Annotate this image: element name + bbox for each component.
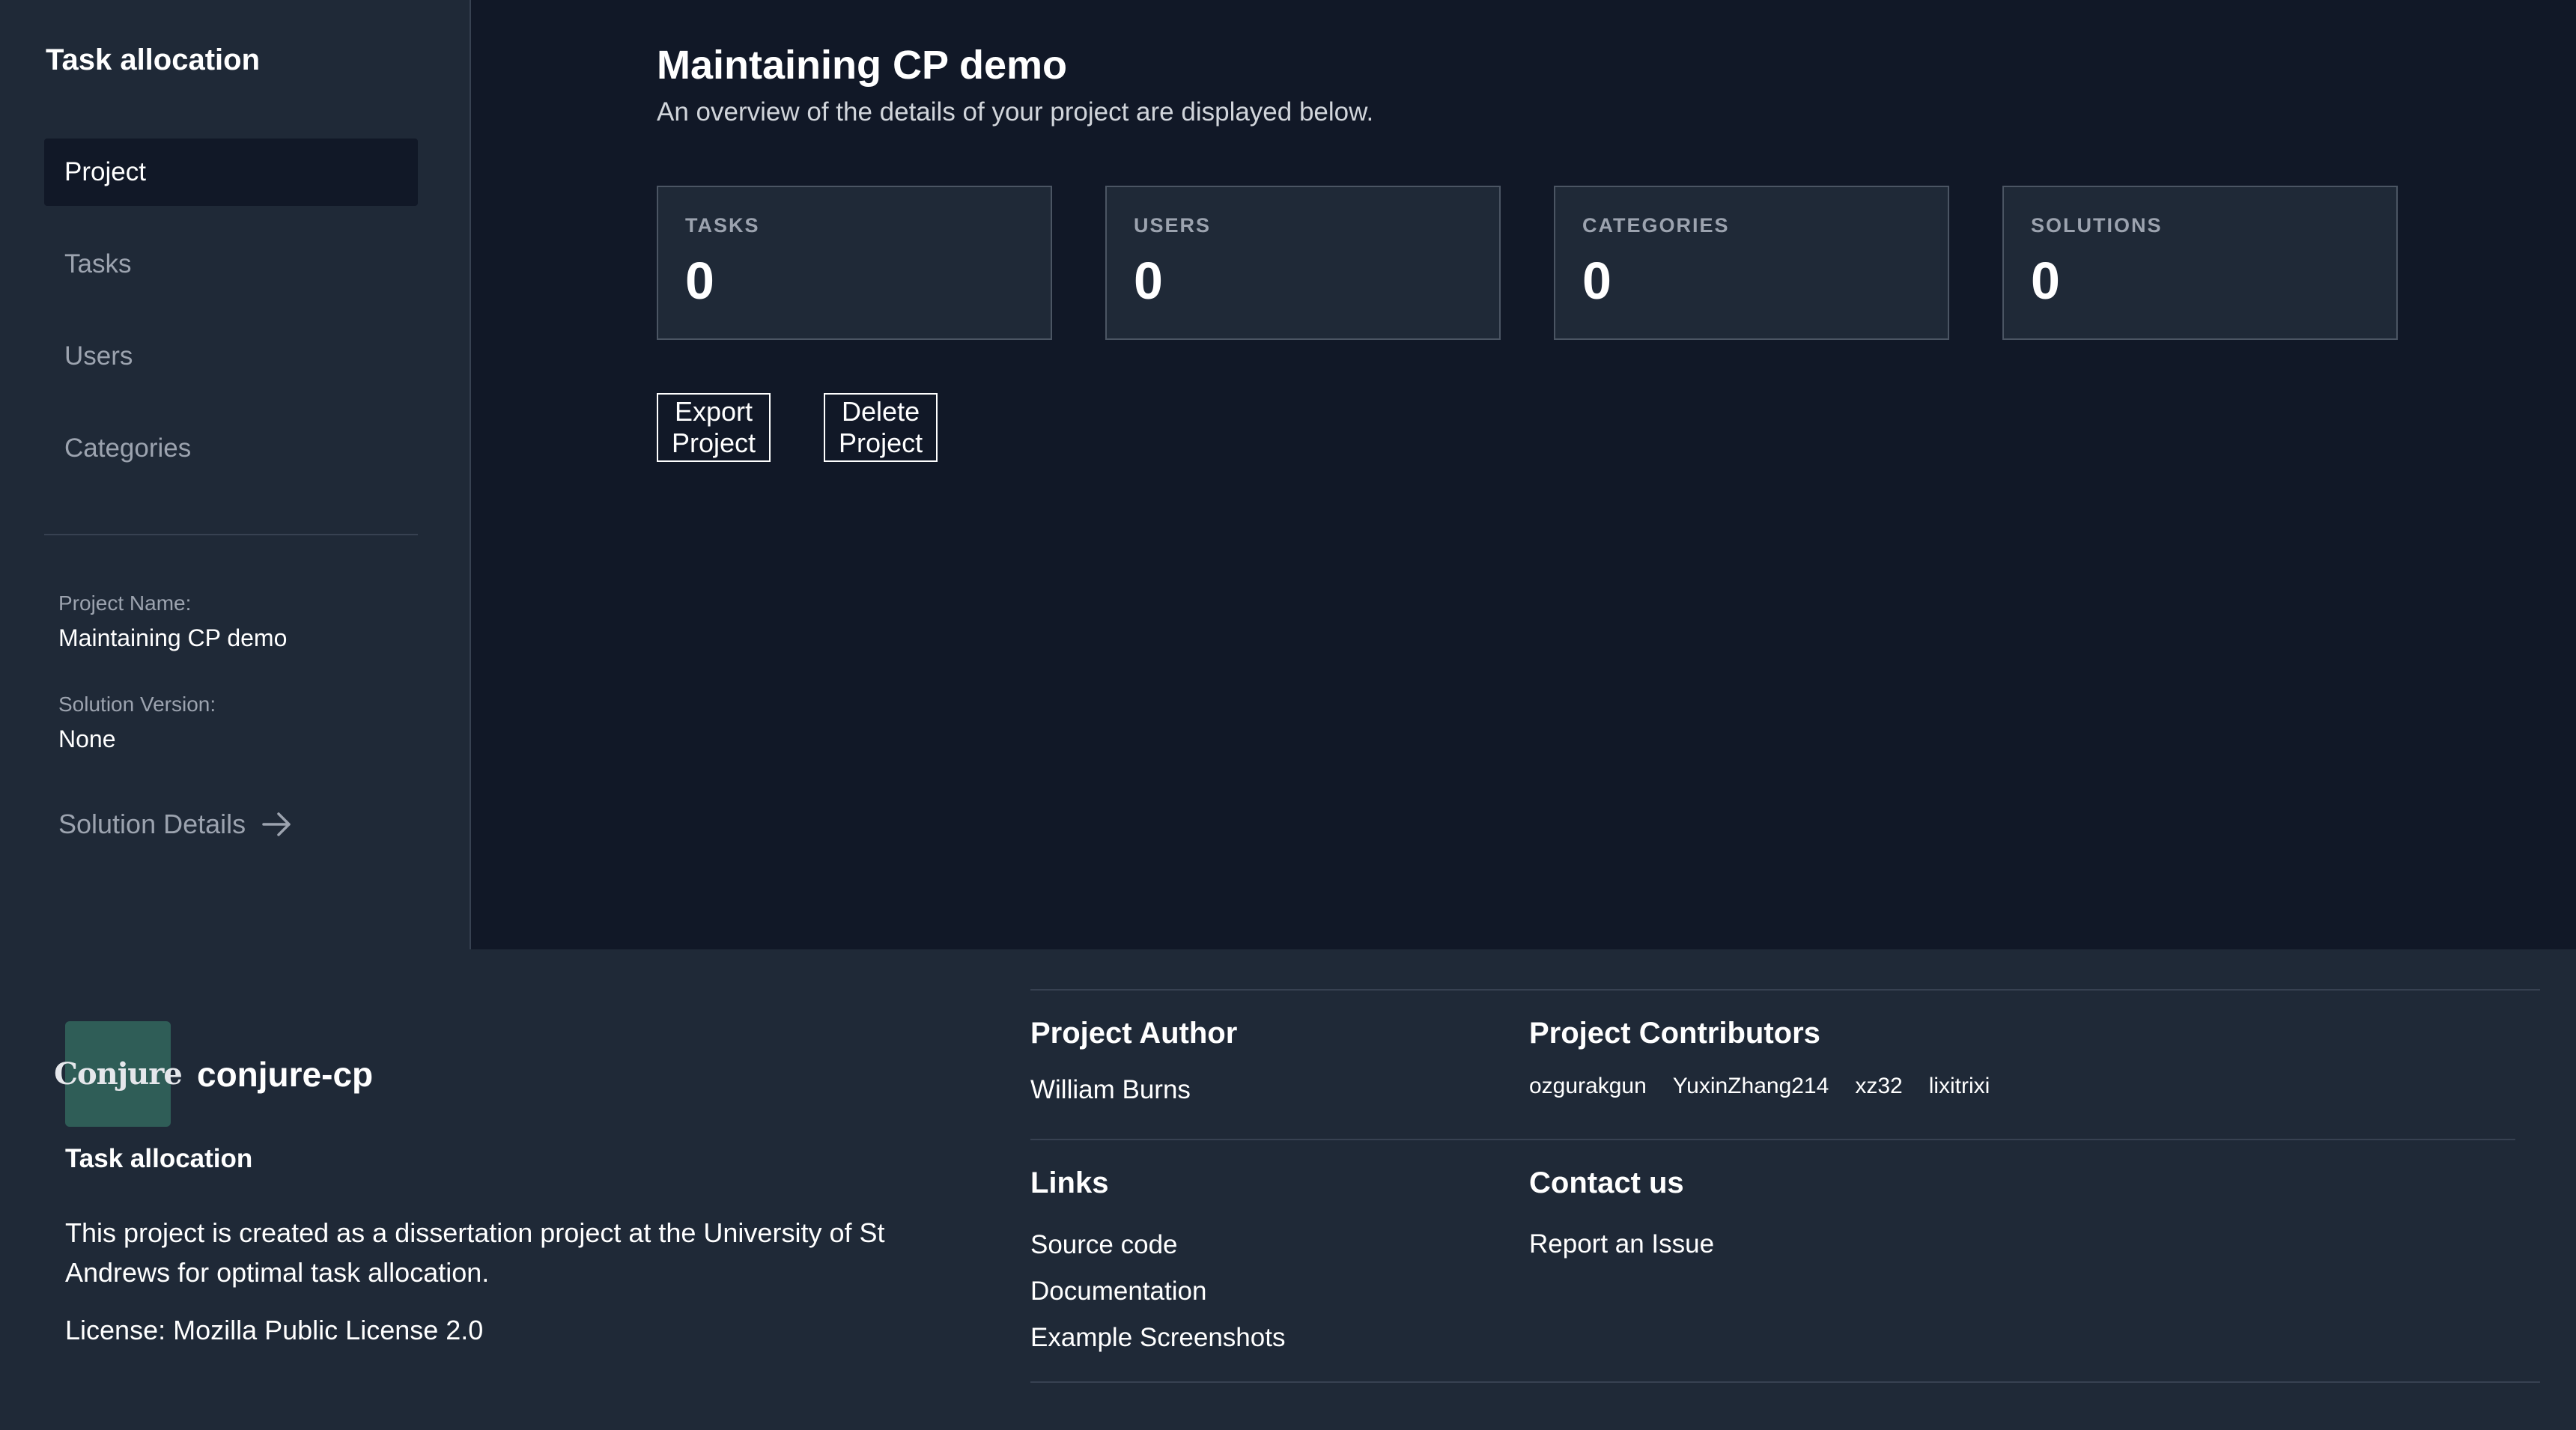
footer-divider <box>1030 1139 2515 1140</box>
project-name-label: Project Name: <box>58 591 192 615</box>
author-heading: Project Author <box>1030 1017 1238 1050</box>
stat-value: 0 <box>685 252 714 310</box>
solution-details-link[interactable]: Solution Details <box>58 809 294 840</box>
sidebar-item-project[interactable]: Project <box>44 139 418 206</box>
sidebar-item-categories[interactable]: Categories <box>44 415 418 482</box>
stat-value: 0 <box>1134 252 1163 310</box>
footer-brand[interactable]: Conjure conjure-cp <box>54 1021 374 1127</box>
contributor-link[interactable]: xz32 <box>1855 1074 1902 1099</box>
solution-version-info: Solution Version: None <box>58 693 216 753</box>
page-subtitle: An overview of the details of your proje… <box>657 97 1374 127</box>
contributor-link[interactable]: ozgurakgun <box>1529 1074 1647 1099</box>
arrow-right-icon <box>262 812 291 836</box>
sidebar: Task allocation Project Tasks Users Cate… <box>0 0 471 949</box>
footer-divider <box>1030 1381 2540 1383</box>
brand-name: conjure-cp <box>197 1054 374 1094</box>
footer-license: License: Mozilla Public License 2.0 <box>65 1315 484 1345</box>
stat-card-users: USERS 0 <box>1105 186 1501 340</box>
stat-label: USERS <box>1134 214 1212 237</box>
contributors-heading: Project Contributors <box>1529 1017 1820 1050</box>
footer-links: Source code Documentation Example Screen… <box>1030 1222 1285 1361</box>
conjure-logo: Conjure <box>54 1021 183 1127</box>
solution-details-label: Solution Details <box>58 809 246 839</box>
stats-row: TASKS 0 USERS 0 CATEGORIES 0 SOLUTIONS 0 <box>657 186 2398 340</box>
solution-version-label: Solution Version: <box>58 693 216 716</box>
footer: Conjure conjure-cp Task allocation This … <box>0 949 2576 1430</box>
sidebar-item-tasks[interactable]: Tasks <box>44 231 418 298</box>
sidebar-nav: Project Tasks Users Categories <box>44 139 418 507</box>
stat-value: 0 <box>1582 252 1611 310</box>
author-name[interactable]: William Burns <box>1030 1075 1191 1105</box>
links-heading: Links <box>1030 1166 1109 1199</box>
solution-version-value: None <box>58 725 116 752</box>
report-issue-link[interactable]: Report an Issue <box>1529 1229 1714 1259</box>
export-project-button[interactable]: Export Project <box>657 393 771 462</box>
stat-label: SOLUTIONS <box>2031 214 2163 237</box>
stat-value: 0 <box>2031 252 2060 310</box>
footer-divider <box>1030 989 2540 991</box>
sidebar-item-users[interactable]: Users <box>44 323 418 390</box>
stat-card-tasks: TASKS 0 <box>657 186 1052 340</box>
stat-label: TASKS <box>685 214 760 237</box>
contributor-link[interactable]: lixitrixi <box>1929 1074 1990 1099</box>
documentation-link[interactable]: Documentation <box>1030 1268 1285 1315</box>
sidebar-title: Task allocation <box>46 43 261 76</box>
project-name-info: Project Name: Maintaining CP demo <box>58 591 287 652</box>
project-actions: Export Project Delete Project <box>657 393 938 462</box>
contact-heading: Contact us <box>1529 1166 1684 1199</box>
page-title: Maintaining CP demo <box>657 43 1068 88</box>
source-code-link[interactable]: Source code <box>1030 1222 1285 1268</box>
delete-project-button[interactable]: Delete Project <box>824 393 938 462</box>
example-screenshots-link[interactable]: Example Screenshots <box>1030 1315 1285 1361</box>
stat-label: CATEGORIES <box>1582 214 1730 237</box>
contributors-list: ozgurakgun YuxinZhang214 xz32 lixitrixi <box>1529 1074 1990 1099</box>
stat-card-categories: CATEGORIES 0 <box>1554 186 1949 340</box>
stat-card-solutions: SOLUTIONS 0 <box>2002 186 2398 340</box>
contributor-link[interactable]: YuxinZhang214 <box>1673 1074 1829 1099</box>
project-name-value: Maintaining CP demo <box>58 624 288 651</box>
footer-description: This project is created as a dissertatio… <box>65 1217 885 1288</box>
footer-app-name: Task allocation <box>65 1144 253 1173</box>
sidebar-divider <box>44 534 418 535</box>
